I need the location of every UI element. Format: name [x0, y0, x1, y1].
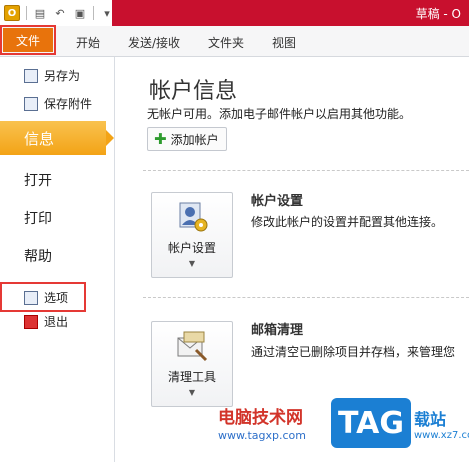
options-icon	[24, 290, 38, 305]
page-title: 帐户信息	[149, 79, 238, 104]
watermark-site-name: 电脑技术网	[218, 408, 303, 428]
nav-help[interactable]: 帮助	[24, 246, 52, 266]
tab-folder[interactable]: 文件夹	[208, 34, 244, 51]
watermark-tag-url: www.xz7.com	[414, 430, 469, 441]
nav-save-attachments-label: 保存附件	[44, 97, 93, 111]
add-account-label: 添加帐户	[170, 132, 219, 147]
account-info-panel: 帐户信息 无帐户可用。添加电子邮件帐户以启用其他功能。 ✚ 添加帐户 帐户设置 …	[115, 57, 469, 462]
quick-access-toolbar: O ▤ ↶ ▣ ▾	[4, 4, 114, 22]
nav-save-attachments[interactable]: 保存附件	[24, 95, 92, 112]
nav-open[interactable]: 打开	[24, 170, 52, 190]
chevron-down-icon: ▼	[188, 388, 196, 397]
tab-send-receive[interactable]: 发送/接收	[128, 34, 180, 51]
nav-save-as-label: 另存为	[44, 69, 81, 83]
save-as-icon	[24, 68, 38, 83]
outlook-app-icon[interactable]: O	[4, 5, 20, 21]
tab-home[interactable]: 开始	[76, 34, 100, 51]
account-settings-button[interactable]: 帐户设置 ▼	[151, 192, 233, 278]
watermark-url: www.tagxp.com	[218, 429, 306, 442]
nav-exit-label: 退出	[44, 315, 69, 329]
qat-separator	[26, 6, 27, 20]
nav-options[interactable]: 选项	[24, 289, 68, 306]
ribbon-tab-bar: 文件 开始 发送/接收 文件夹 视图	[0, 25, 469, 57]
cleanup-tools-tile-label: 清理工具	[167, 370, 216, 384]
tab-view[interactable]: 视图	[272, 34, 296, 51]
cleanup-tools-button[interactable]: 清理工具 ▼	[151, 321, 233, 407]
cleanup-tools-icon	[177, 331, 208, 362]
window-title: 草稿 - O	[415, 7, 461, 21]
undo-icon[interactable]: ↶	[53, 6, 67, 20]
account-settings-description: 修改此帐户的设置并配置其他连接。	[251, 215, 444, 229]
section-divider-2	[143, 297, 469, 298]
section-divider-1	[143, 170, 469, 171]
nav-save-as[interactable]: 另存为	[24, 67, 80, 84]
account-settings-icon	[179, 202, 208, 232]
chevron-down-icon: ▼	[188, 259, 196, 268]
save-attachments-icon	[24, 96, 38, 111]
qat-separator-2	[93, 6, 94, 20]
save-icon[interactable]: ▤	[33, 6, 47, 20]
plus-icon: ✚	[154, 130, 167, 148]
mailbox-cleanup-description: 通过清空已删除项目并存档，来管理您	[251, 345, 456, 359]
nav-options-label: 选项	[44, 291, 69, 305]
nav-exit[interactable]: 退出	[24, 313, 68, 330]
page-description: 无帐户可用。添加电子邮件帐户以启用其他功能。	[147, 107, 412, 121]
account-settings-tile-label: 帐户设置	[167, 241, 216, 255]
nav-print[interactable]: 打印	[24, 208, 52, 228]
nav-info-label: 信息	[24, 130, 55, 148]
print-icon[interactable]: ▣	[73, 6, 87, 20]
title-bar: O ▤ ↶ ▣ ▾ 草稿 - O	[0, 0, 469, 26]
exit-icon	[24, 314, 38, 329]
nav-info[interactable]: 信息	[0, 121, 114, 155]
account-settings-title: 帐户设置	[251, 194, 304, 209]
watermark-tag-site: 载站	[414, 410, 447, 429]
backstage-nav: 另存为 保存附件 信息 打开 打印 帮助 选项 退出	[0, 57, 115, 462]
watermark-tag-logo: TAG	[331, 398, 411, 448]
add-account-button[interactable]: ✚ 添加帐户	[147, 127, 227, 151]
mailbox-cleanup-title: 邮箱清理	[251, 323, 304, 338]
tab-file[interactable]: 文件	[0, 25, 56, 55]
